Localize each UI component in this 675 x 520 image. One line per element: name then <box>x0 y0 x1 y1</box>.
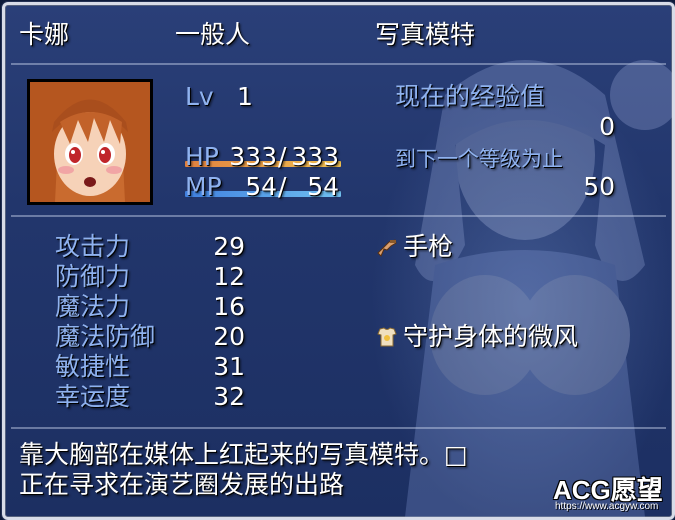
param-label: 敏捷性 <box>55 352 131 381</box>
exp-next-label: 到下一个等级为止 <box>395 147 563 171</box>
param-label: 幸运度 <box>55 382 131 411</box>
mp-max: 54 <box>307 172 339 201</box>
mp-label: MP <box>185 172 222 201</box>
status-window: 卡娜 一般人 写真模特 Lv 1 HP 333 / 333 MP 54 / 54… <box>2 2 675 520</box>
separator-bottom <box>11 427 666 429</box>
param-value: 29 <box>213 232 245 261</box>
hp-current: 333 <box>229 142 277 171</box>
actor-portrait <box>27 79 153 205</box>
param-label: 魔法力 <box>55 292 131 321</box>
param-label: 魔法防御 <box>55 322 156 351</box>
param-value: 16 <box>213 292 245 321</box>
mp-current: 54 <box>245 172 277 201</box>
hp-label: HP <box>185 142 219 171</box>
exp-current-label: 现在的经验值 <box>395 82 546 111</box>
profile-line-1: 靠大胸部在媒体上红起来的写真模特。□ <box>19 440 468 469</box>
equipment-name: 守护身体的微风 <box>403 322 579 351</box>
gun-icon <box>377 239 397 257</box>
level-value: 1 <box>237 82 253 111</box>
equipment-name: 手枪 <box>403 232 454 261</box>
param-label: 防御力 <box>55 262 131 291</box>
exp-next-value: 50 <box>583 172 615 201</box>
param-value: 12 <box>213 262 245 291</box>
exp-current-value: 0 <box>599 112 615 141</box>
level-label: Lv <box>185 82 214 111</box>
hp-max: 333 <box>291 142 339 171</box>
actor-nickname: 写真模特 <box>375 20 476 49</box>
param-value: 20 <box>213 322 245 351</box>
watermark-logo: ACG愿望 https://www.acgyw.com <box>553 470 671 515</box>
separator-top <box>11 63 666 65</box>
watermark-url: https://www.acgyw.com <box>555 501 659 512</box>
actor-name: 卡娜 <box>19 20 70 49</box>
param-value: 31 <box>213 352 245 381</box>
profile-line-2: 正在寻求在演艺圈发展的出路 <box>19 470 345 499</box>
actor-class: 一般人 <box>175 20 251 49</box>
param-value: 32 <box>213 382 245 411</box>
param-label: 攻击力 <box>55 232 131 261</box>
armor-icon <box>377 327 397 347</box>
separator-middle <box>11 215 666 217</box>
